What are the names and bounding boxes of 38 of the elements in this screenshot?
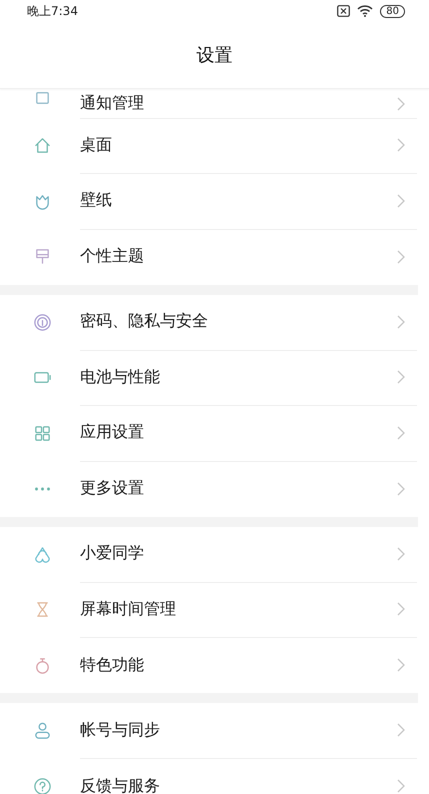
chevron-right-icon xyxy=(397,546,405,561)
chevron-right-icon xyxy=(397,602,405,616)
chevron-right-icon xyxy=(397,658,405,672)
fingerprint-icon xyxy=(32,312,52,332)
chevron-right-icon xyxy=(397,482,405,496)
settings-item[interactable]: 壁纸 xyxy=(0,174,429,229)
grid-icon xyxy=(32,424,52,443)
status-time: 晚上7:34 xyxy=(27,2,79,20)
settings-item[interactable]: 特色功能 xyxy=(0,638,429,693)
more-icon xyxy=(32,486,52,491)
settings-item[interactable]: 帐号与同步 xyxy=(0,703,429,758)
settings-item[interactable]: 反馈与服务 xyxy=(0,758,429,794)
settings-item[interactable]: 通知管理 xyxy=(0,89,429,118)
chevron-right-icon xyxy=(397,138,405,152)
sim-blocked-icon xyxy=(337,5,350,17)
chevron-right-icon xyxy=(397,426,405,440)
settings-item[interactable]: 个性主题 xyxy=(0,229,429,284)
settings-item[interactable]: 小爱同学 xyxy=(0,526,429,582)
assistant-icon xyxy=(32,544,52,564)
person-icon xyxy=(32,721,52,740)
battery-level: 80 xyxy=(380,4,405,18)
chevron-right-icon xyxy=(397,370,405,384)
chevron-right-icon xyxy=(397,723,405,738)
settings-item[interactable]: 桌面 xyxy=(0,118,429,174)
house-icon xyxy=(32,136,52,156)
settings-item[interactable]: 密码、隐私与安全 xyxy=(0,294,429,350)
chevron-right-icon xyxy=(397,96,405,110)
settings-item[interactable]: 电池与性能 xyxy=(0,350,429,406)
chevron-right-icon xyxy=(397,194,405,208)
page-title: 设置 xyxy=(0,22,429,89)
chevron-right-icon xyxy=(397,779,405,794)
settings-item[interactable]: 更多设置 xyxy=(0,461,429,516)
settings-item[interactable]: 应用设置 xyxy=(0,406,429,461)
help-icon xyxy=(32,776,52,794)
settings-item[interactable]: 屏幕时间管理 xyxy=(0,582,429,638)
chevron-right-icon xyxy=(397,250,405,264)
chevron-right-icon xyxy=(397,314,405,329)
wifi-icon xyxy=(357,5,374,17)
